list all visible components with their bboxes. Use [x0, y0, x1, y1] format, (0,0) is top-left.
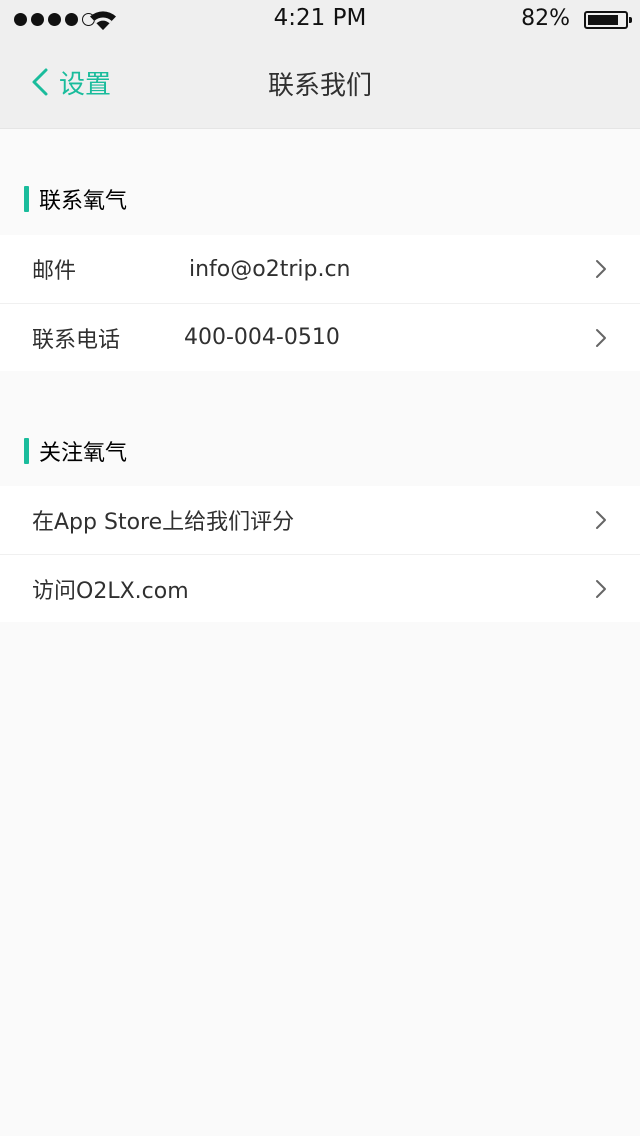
- section-header-contact: 联系氧气: [24, 186, 128, 214]
- section-title: 关注氧气: [39, 441, 128, 466]
- navigation-bar: 设置 联系我们: [0, 40, 640, 128]
- email-value: info@o2trip.cn: [189, 256, 351, 282]
- section-accent-bar: [24, 438, 29, 464]
- row-label: 邮件: [32, 259, 77, 284]
- contact-list: 邮件 info@o2trip.cn 联系电话 400-004-0510: [0, 235, 640, 371]
- list-item-rate-app[interactable]: 在App Store上给我们评分: [0, 486, 640, 554]
- row-label: 访问O2LX.com: [32, 578, 189, 604]
- list-item-visit-website[interactable]: 访问O2LX.com: [0, 554, 640, 622]
- page-title: 联系我们: [267, 71, 372, 101]
- phone-value: 400-004-0510: [184, 325, 340, 350]
- list-item-phone[interactable]: 联系电话 400-004-0510: [0, 303, 640, 371]
- battery-fill: [588, 15, 618, 25]
- section-accent-bar: [24, 186, 29, 212]
- chevron-right-icon: [591, 510, 611, 530]
- top-bar: 4:21 PM 82% 设置 联系我们: [0, 0, 640, 129]
- follow-list: 在App Store上给我们评分 访问O2LX.com: [0, 486, 640, 622]
- section-header-follow: 关注氧气: [24, 438, 128, 466]
- status-bar: 4:21 PM 82%: [0, 0, 640, 40]
- battery-icon: [584, 11, 632, 29]
- section-title: 联系氧气: [39, 189, 128, 214]
- list-item-email[interactable]: 邮件 info@o2trip.cn: [0, 235, 640, 303]
- chevron-right-icon: [591, 579, 611, 599]
- row-label: 联系电话: [32, 327, 121, 353]
- battery-percent: 82%: [521, 6, 570, 31]
- chevron-right-icon: [591, 259, 611, 279]
- row-label: 在App Store上给我们评分: [32, 510, 295, 535]
- chevron-right-icon: [591, 328, 611, 348]
